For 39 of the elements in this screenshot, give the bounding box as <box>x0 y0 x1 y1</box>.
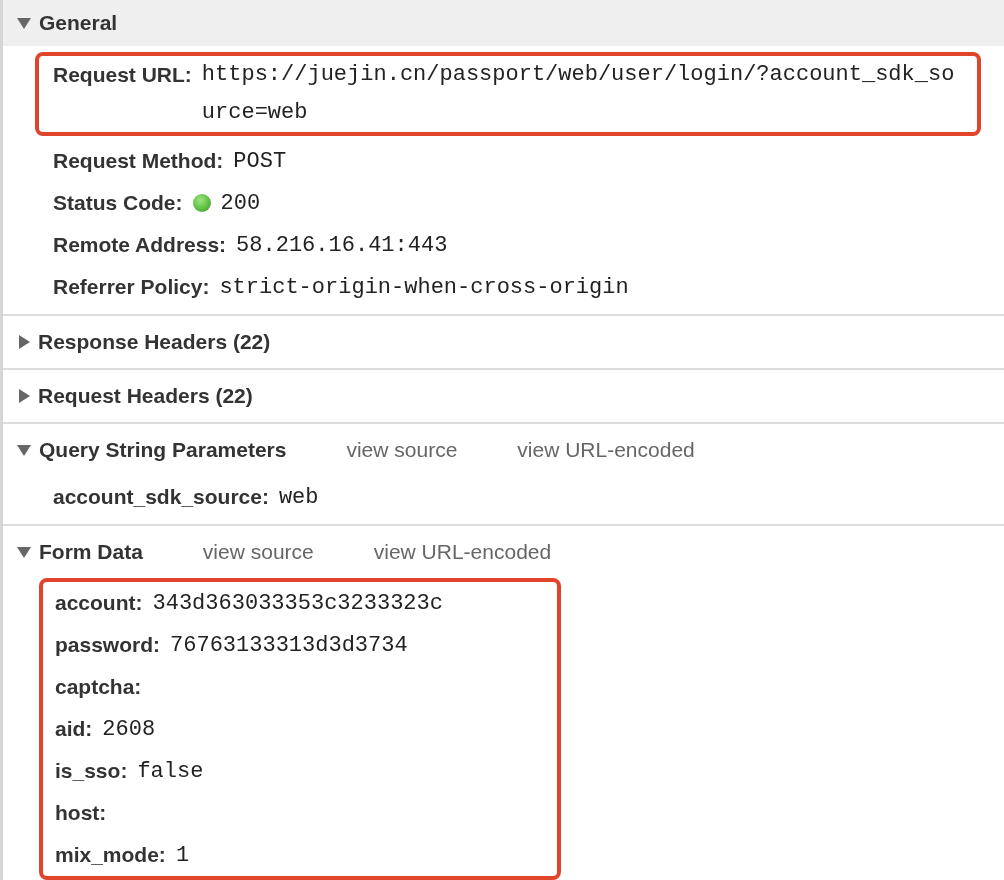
section-title[interactable]: Query String Parameters <box>39 438 287 462</box>
view-link[interactable]: view source <box>202 540 314 564</box>
field-name: Referrer Policy: <box>53 275 210 299</box>
section-header[interactable]: General <box>3 0 1004 46</box>
field-name: password: <box>55 633 161 657</box>
field-name: host: <box>55 801 107 825</box>
section-title[interactable]: General <box>39 11 118 35</box>
section-title[interactable]: Request Headers (22) <box>38 384 253 408</box>
disclosure-triangle-icon[interactable] <box>17 444 31 456</box>
field-value: 76763133313d3d3734 <box>170 632 408 658</box>
section-title[interactable]: Response Headers (22) <box>38 330 271 354</box>
view-link[interactable]: view source <box>346 438 458 462</box>
view-link[interactable]: view URL-encoded <box>517 438 695 462</box>
field-name: is_sso: <box>55 759 128 783</box>
field-name: Status Code: <box>53 191 183 215</box>
field-name: Request URL: <box>53 62 192 88</box>
field-value: POST <box>233 148 287 174</box>
view-link[interactable]: view URL-encoded <box>373 540 552 564</box>
disclosure-triangle-icon[interactable] <box>17 17 31 29</box>
field-name: captcha: <box>55 675 142 699</box>
field-name: account_sdk_source: <box>53 485 269 509</box>
disclosure-triangle-icon[interactable] <box>19 335 30 349</box>
field-name: mix_mode: <box>55 843 166 867</box>
field-value: https://juejin.cn/passport/web/user/login/?account_sdk_source=web <box>201 61 956 127</box>
field-value: 1 <box>175 842 190 868</box>
disclosure-triangle-icon[interactable] <box>17 546 31 558</box>
field-name: Remote Address: <box>53 233 227 257</box>
disclosure-triangle-icon[interactable] <box>19 389 30 403</box>
field-value: 2608 <box>102 716 156 742</box>
section-title[interactable]: Form Data <box>39 540 143 564</box>
field-value: false <box>137 758 204 784</box>
field-value: web <box>278 484 319 510</box>
field-name: account: <box>55 591 143 615</box>
field-value: 343d363033353c3233323c <box>152 590 443 616</box>
field-value: 200 <box>220 190 261 216</box>
field-name: aid: <box>55 717 93 741</box>
field-value: 58.216.16.41:443 <box>236 232 448 258</box>
field-value: strict-origin-when-cross-origin <box>219 274 629 300</box>
field-name: Request Method: <box>53 149 224 173</box>
